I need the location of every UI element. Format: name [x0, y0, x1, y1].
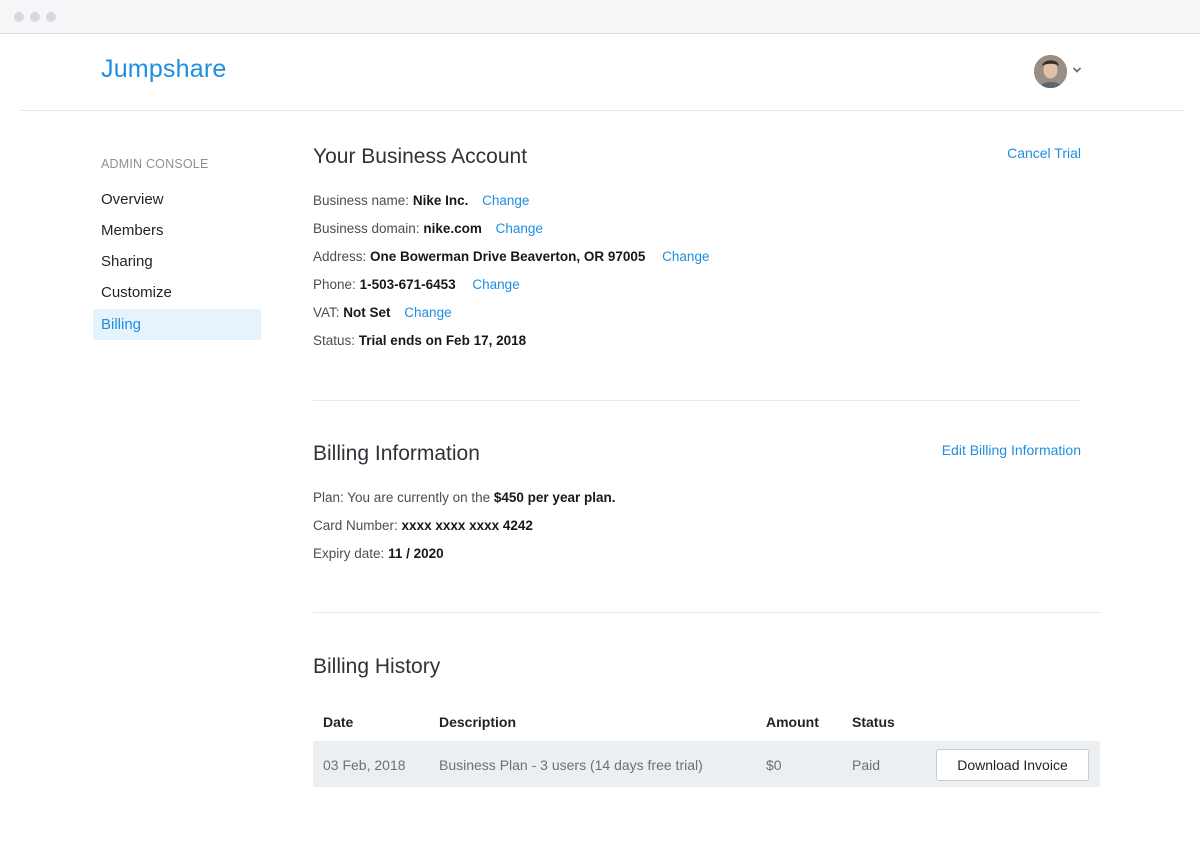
user-avatar-icon [1034, 55, 1067, 88]
sidebar-item-sharing[interactable]: Sharing [93, 246, 261, 277]
status-label: Status: [313, 333, 356, 348]
header-divider [20, 110, 1184, 111]
business-domain-value: nike.com [423, 221, 482, 236]
column-header-date: Date [323, 714, 354, 730]
vat-row: VAT: Not Set Change [313, 305, 452, 320]
plan-label: Plan: You are currently on the [313, 490, 491, 505]
cancel-trial-link[interactable]: Cancel Trial [1007, 145, 1081, 161]
column-header-status: Status [852, 714, 895, 730]
status-row: Status: Trial ends on Feb 17, 2018 [313, 333, 526, 348]
change-vat-link[interactable]: Change [404, 305, 451, 320]
window-dot-icon [46, 12, 56, 22]
business-domain-row: Business domain: nike.com Change [313, 221, 543, 236]
sidebar-item-members[interactable]: Members [93, 215, 261, 246]
card-label: Card Number: [313, 518, 398, 533]
expiry-row: Expiry date: 11 / 2020 [313, 546, 444, 561]
address-label: Address: [313, 249, 367, 264]
plan-value: $450 per year plan. [493, 490, 616, 505]
sidebar-heading: ADMIN CONSOLE [101, 157, 209, 171]
account-section-title: Your Business Account [313, 145, 528, 168]
status-value: Trial ends on Feb 17, 2018 [358, 333, 527, 348]
business-domain-label: Business domain: [313, 221, 420, 236]
change-business-name-link[interactable]: Change [482, 193, 529, 208]
address-value: One Bowerman Drive Beaverton, OR 97005 [370, 249, 646, 264]
row-date: 03 Feb, 2018 [323, 757, 406, 773]
business-name-value: Nike Inc. [412, 193, 469, 208]
business-name-label: Business name: [313, 193, 410, 208]
change-business-domain-link[interactable]: Change [496, 221, 543, 236]
phone-row: Phone: 1-503-671-6453 Change [313, 277, 520, 292]
avatar[interactable] [1034, 55, 1067, 88]
business-name-row: Business name: Nike Inc. Change [313, 193, 529, 208]
address-row: Address: One Bowerman Drive Beaverton, O… [313, 249, 709, 264]
app-logo[interactable]: Jumpshare [101, 55, 226, 84]
sidebar-item-billing[interactable]: Billing [93, 309, 261, 340]
column-header-description: Description [439, 714, 517, 730]
row-description: Business Plan - 3 users (14 days free tr… [439, 757, 703, 773]
change-address-link[interactable]: Change [662, 249, 709, 264]
vat-label: VAT: [313, 305, 340, 320]
chevron-down-icon[interactable] [1071, 63, 1083, 77]
change-phone-link[interactable]: Change [472, 277, 519, 292]
vat-value: Not Set [343, 305, 391, 320]
expiry-label: Expiry date: [313, 546, 385, 561]
section-divider [313, 400, 1081, 401]
card-value: xxxx xxxx xxxx 4242 [401, 518, 533, 533]
sidebar-item-customize[interactable]: Customize [93, 277, 261, 308]
download-invoice-button[interactable]: Download Invoice [936, 749, 1089, 781]
expiry-value: 11 / 2020 [388, 546, 444, 561]
window-dot-icon [30, 12, 40, 22]
column-header-amount: Amount [766, 714, 819, 730]
phone-label: Phone: [313, 277, 356, 292]
card-row: Card Number: xxxx xxxx xxxx 4242 [313, 518, 533, 533]
plan-row: Plan: You are currently on the $450 per … [313, 490, 615, 505]
edit-billing-link[interactable]: Edit Billing Information [942, 442, 1081, 458]
row-status: Paid [852, 757, 881, 773]
browser-chrome [0, 0, 1200, 34]
history-section-title: Billing History [313, 655, 441, 678]
window-dot-icon [14, 12, 24, 22]
row-amount: $0 [766, 757, 782, 773]
billing-section-title: Billing Information [313, 442, 480, 465]
phone-value: 1-503-671-6453 [359, 277, 456, 292]
sidebar-item-overview[interactable]: Overview [93, 184, 261, 215]
section-divider [313, 612, 1100, 613]
